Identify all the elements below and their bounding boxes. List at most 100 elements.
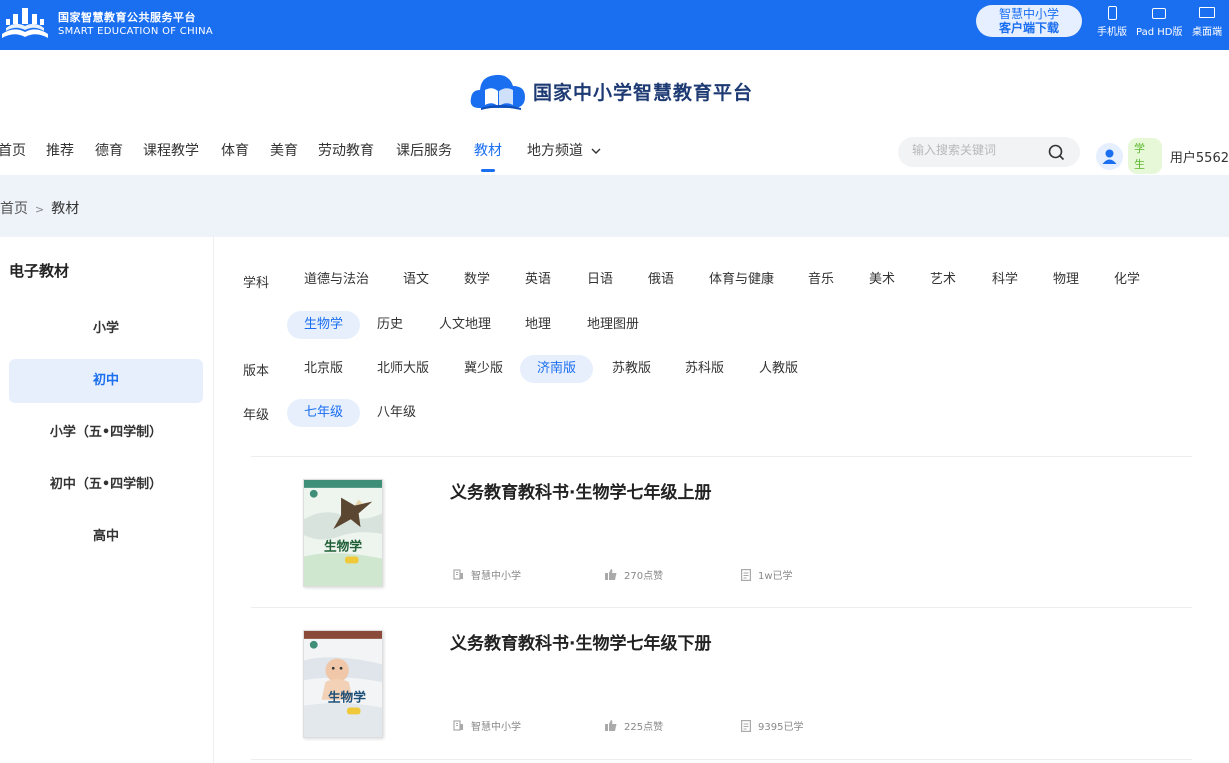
edition-option[interactable]: 北师大版 [377, 355, 429, 383]
breadcrumb: 首页 > 教材 [0, 198, 79, 218]
subject-option[interactable]: 美术 [869, 266, 895, 294]
sidebar-item-senior[interactable]: 高中 [9, 515, 203, 559]
user-icon [1102, 149, 1117, 164]
edition-option[interactable]: 人教版 [759, 355, 798, 383]
device-phone-label: 手机版 [1097, 27, 1127, 38]
tablet-icon [1152, 8, 1167, 19]
edition-option[interactable]: 北京版 [304, 355, 343, 383]
subject-option[interactable]: 物理 [1053, 266, 1079, 294]
client-download-button[interactable]: 智慧中小学 客户端下载 [976, 5, 1082, 37]
book-publisher-text: 智慧中小学 [471, 722, 521, 733]
search-input[interactable] [912, 143, 1042, 157]
grade-option[interactable]: 八年级 [377, 399, 416, 427]
nav-labor[interactable]: 劳动教育 [318, 140, 374, 160]
device-desktop-link[interactable]: 桌面端 [1192, 6, 1222, 38]
edition-option[interactable]: 苏科版 [685, 355, 724, 383]
subject-option[interactable]: 道德与法治 [304, 266, 369, 294]
nav-textbooks[interactable]: 教材 [474, 140, 502, 160]
brand[interactable]: 国家智慧教育公共服务平台 SMART EDUCATION OF CHINA [0, 4, 213, 44]
book-card[interactable]: 生物学 义务教育教科书·生物学七年级下册 智慧中小学 225点赞 9395已学 [251, 608, 1192, 758]
subject-option[interactable]: 日语 [587, 266, 613, 294]
edition-option-selected[interactable]: 济南版 [520, 355, 594, 383]
nav-after-school[interactable]: 课后服务 [396, 140, 452, 160]
divider [251, 759, 1192, 760]
nav-moral[interactable]: 德育 [95, 140, 123, 160]
nav-local-channels[interactable]: 地方频道 [527, 140, 601, 160]
book-learners: 9395已学 [741, 718, 803, 733]
subject-option[interactable]: 地理 [525, 311, 551, 339]
book-publisher-text: 智慧中小学 [471, 571, 521, 582]
book-cover-image[interactable]: 生物学 [303, 630, 383, 738]
site-logo[interactable]: 国家中小学智慧教育平台 [469, 68, 753, 114]
subject-option[interactable]: 数学 [464, 266, 490, 294]
building-icon [453, 720, 463, 731]
thumbs-up-icon [605, 720, 617, 731]
site-title: 国家中小学智慧教育平台 [533, 81, 754, 104]
sidebar-item-primary-54[interactable]: 小学（五•四学制） [9, 411, 203, 455]
building-icon [453, 569, 463, 580]
book-title[interactable]: 义务教育教科书·生物学七年级上册 [450, 478, 711, 503]
search-icon[interactable] [1048, 144, 1065, 161]
nav-home[interactable]: 首页 [0, 140, 26, 160]
subject-option[interactable]: 音乐 [808, 266, 834, 294]
nav-local-label: 地方频道 [527, 143, 583, 159]
subject-option[interactable]: 艺术 [930, 266, 956, 294]
cloud-book-logo-icon [470, 74, 525, 110]
book-card[interactable]: 生物学 义务教育教科书·生物学七年级上册 智慧中小学 270点赞 1w已学 [251, 457, 1192, 607]
subject-option[interactable]: 化学 [1114, 266, 1140, 294]
role-badge: 学生 [1127, 138, 1162, 174]
subject-option[interactable]: 人文地理 [439, 311, 491, 339]
brand-name-en: SMART EDUCATION OF CHINA [58, 25, 214, 37]
sidebar-title: 电子教材 [9, 262, 70, 280]
book-publisher: 智慧中小学 [453, 567, 521, 582]
device-phone-link[interactable]: 手机版 [1097, 6, 1127, 38]
edition-option[interactable]: 苏教版 [612, 355, 651, 383]
book-cover-text: 生物学 [324, 539, 362, 554]
book-likes-text: 270点赞 [624, 571, 664, 582]
subject-option[interactable]: 俄语 [648, 266, 674, 294]
device-desktop-label: 桌面端 [1192, 27, 1222, 38]
device-pad-link[interactable]: Pad HD版 [1136, 6, 1182, 38]
nav-arts[interactable]: 美育 [270, 140, 298, 160]
brand-name-cn: 国家智慧教育公共服务平台 [58, 10, 196, 24]
nav-courses[interactable]: 课程教学 [143, 140, 199, 160]
document-icon [741, 719, 751, 732]
grade-filter-label: 年级 [243, 408, 270, 423]
book-likes-text: 225点赞 [624, 722, 664, 733]
brand-logo-icon [2, 8, 48, 38]
document-icon [741, 568, 751, 581]
book-learners-text: 1w已学 [758, 571, 793, 582]
book-learners-text: 9395已学 [758, 722, 804, 733]
edition-option[interactable]: 冀少版 [464, 355, 503, 383]
subject-option[interactable]: 地理图册 [587, 311, 639, 339]
book-likes: 225点赞 [605, 718, 663, 733]
subject-option[interactable]: 英语 [525, 266, 551, 294]
sidebar-item-primary[interactable]: 小学 [9, 307, 203, 351]
subject-option-selected[interactable]: 生物学 [287, 311, 361, 339]
user-name[interactable]: 用户5562 [1170, 147, 1229, 166]
book-cover-image[interactable]: 生物学 [303, 479, 383, 587]
book-title[interactable]: 义务教育教科书·生物学七年级下册 [450, 629, 711, 654]
grade-option-selected[interactable]: 七年级 [287, 399, 361, 427]
subject-option[interactable]: 科学 [992, 266, 1018, 294]
sidebar-item-junior-54[interactable]: 初中（五•四学制） [9, 463, 203, 507]
top-bar: 国家智慧教育公共服务平台 SMART EDUCATION OF CHINA 智慧… [0, 0, 1229, 50]
breadcrumb-home[interactable]: 首页 [0, 201, 28, 217]
user-menu[interactable]: 学生 用户5562 [1096, 138, 1229, 174]
device-pad-label: Pad HD版 [1136, 27, 1183, 38]
avatar[interactable] [1096, 142, 1123, 170]
subject-option[interactable]: 历史 [377, 311, 403, 339]
subject-option[interactable]: 语文 [403, 266, 429, 294]
subject-filter-label: 学科 [243, 276, 270, 291]
chevron-down-icon [591, 148, 601, 154]
search-box[interactable] [898, 137, 1080, 167]
subject-option[interactable]: 体育与健康 [709, 266, 774, 294]
book-learners: 1w已学 [741, 567, 793, 582]
nav-recommend[interactable]: 推荐 [46, 140, 74, 160]
sidebar-item-junior[interactable]: 初中 [9, 359, 203, 403]
breadcrumb-separator: > [35, 203, 45, 216]
nav-active-indicator [481, 169, 495, 172]
nav-sports[interactable]: 体育 [221, 140, 249, 160]
desktop-icon [1199, 7, 1215, 18]
edition-filter-label: 版本 [243, 364, 270, 379]
